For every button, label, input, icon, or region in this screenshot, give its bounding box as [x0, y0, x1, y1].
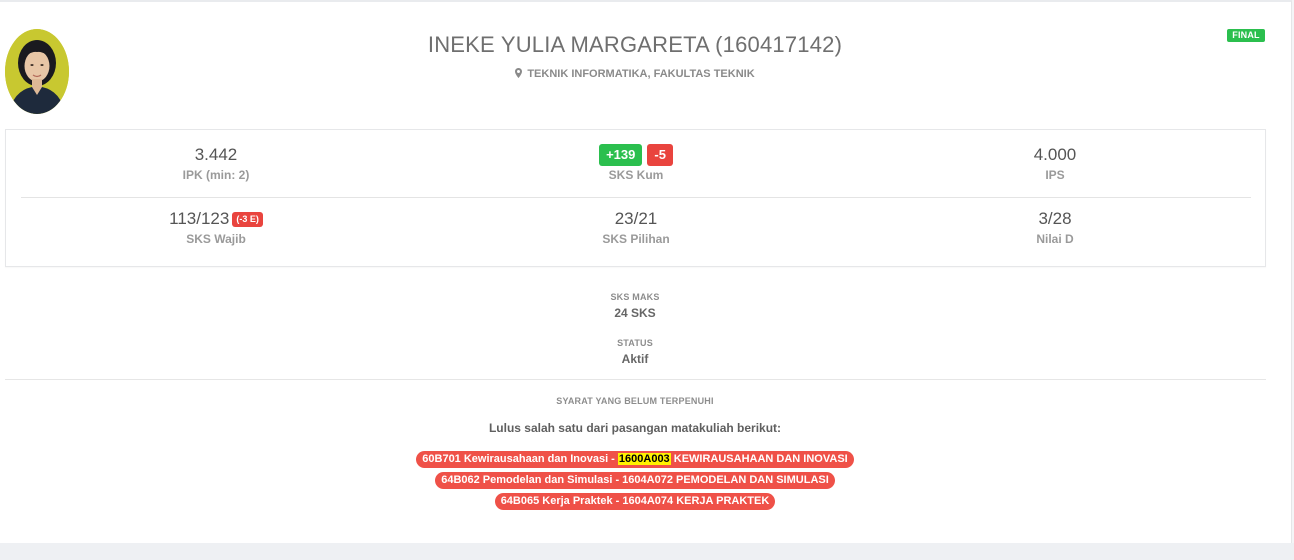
student-program: TEKNIK INFORMATIKA, FAKULTAS TEKNIK — [0, 68, 1270, 81]
status-value: Aktif — [621, 352, 649, 366]
stat-ipk: 3.442 IPK (min: 2) — [66, 144, 366, 182]
stat-sks-kum: +139 -5 SKS Kum — [486, 144, 786, 182]
sks-pilihan-label: SKS Pilihan — [602, 232, 670, 246]
requirement-text: 64B065 Kerja Praktek - 1604A074 KERJA PR… — [500, 495, 770, 507]
student-card: FINAL INEKE YULIA MARGARETA (160417142) … — [0, 0, 1292, 543]
sks-maks-block: SKS MAKS 24 SKS — [0, 292, 1270, 320]
requirement-row: 64B062 Pemodelan dan Simulasi - 1604A072… — [0, 470, 1270, 489]
sks-kum-minus-badge: -5 — [647, 144, 673, 166]
requirements-intro: Lulus salah satu dari pasangan matakulia… — [488, 421, 782, 435]
sks-kum-label: SKS Kum — [608, 168, 664, 182]
section-divider — [5, 379, 1266, 380]
requirement-text: KEWIRAUSAHAAN DAN INOVASI — [670, 453, 848, 465]
stat-ips: 4.000 IPS — [905, 144, 1205, 182]
requirement-text: 60B701 Kewirausahaan dan Inovasi - — [422, 453, 618, 465]
requirement-highlight: 1600A003 — [617, 453, 671, 465]
stat-sks-pilihan: 23/21 SKS Pilihan — [486, 208, 786, 246]
sks-wajib-e-badge: (-3 E) — [232, 212, 263, 227]
map-pin-icon — [515, 68, 523, 81]
ipk-label: IPK (min: 2) — [182, 168, 250, 182]
status-block: STATUS Aktif — [0, 338, 1270, 366]
sks-pilihan-value: 23/21 — [614, 209, 658, 228]
nilai-d-value: 3/28 — [1038, 209, 1072, 228]
sks-wajib-value: 113/123 — [169, 209, 230, 228]
stat-sks-wajib: 113/123 (-3 E) SKS Wajib — [66, 208, 366, 246]
requirement-text: 64B062 Pemodelan dan Simulasi - 1604A072… — [441, 474, 829, 486]
sks-maks-value: 24 SKS — [614, 306, 656, 320]
requirement-pill-2: 64B062 Pemodelan dan Simulasi - 1604A072… — [435, 472, 835, 489]
ips-label: IPS — [1045, 168, 1065, 182]
academic-stats-panel: 3.442 IPK (min: 2) +139 -5 SKS Kum 4.000 … — [5, 129, 1266, 267]
status-label: STATUS — [617, 338, 653, 348]
stats-divider — [21, 197, 1251, 198]
ipk-value: 3.442 — [194, 145, 238, 164]
stat-nilai-d: 3/28 Nilai D — [905, 208, 1205, 246]
requirement-pill-1: 60B701 Kewirausahaan dan Inovasi - 1600A… — [416, 451, 854, 468]
requirement-row: 60B701 Kewirausahaan dan Inovasi - 1600A… — [0, 449, 1270, 468]
requirements-heading: SYARAT YANG BELUM TERPENUHI — [556, 396, 714, 406]
requirement-row: 64B065 Kerja Praktek - 1604A074 KERJA PR… — [0, 491, 1270, 510]
program-text: TEKNIK INFORMATIKA, FAKULTAS TEKNIK — [527, 68, 755, 80]
ips-value: 4.000 — [1033, 145, 1077, 164]
student-name: INEKE YULIA MARGARETA (160417142) — [427, 32, 843, 57]
sks-maks-label: SKS MAKS — [610, 292, 660, 302]
sks-kum-plus-badge: +139 — [599, 144, 643, 166]
sks-wajib-label: SKS Wajib — [186, 232, 246, 246]
page-footer-band — [0, 543, 1294, 560]
nilai-d-label: Nilai D — [1036, 232, 1074, 246]
requirement-pill-3: 64B065 Kerja Praktek - 1604A074 KERJA PR… — [494, 493, 776, 510]
